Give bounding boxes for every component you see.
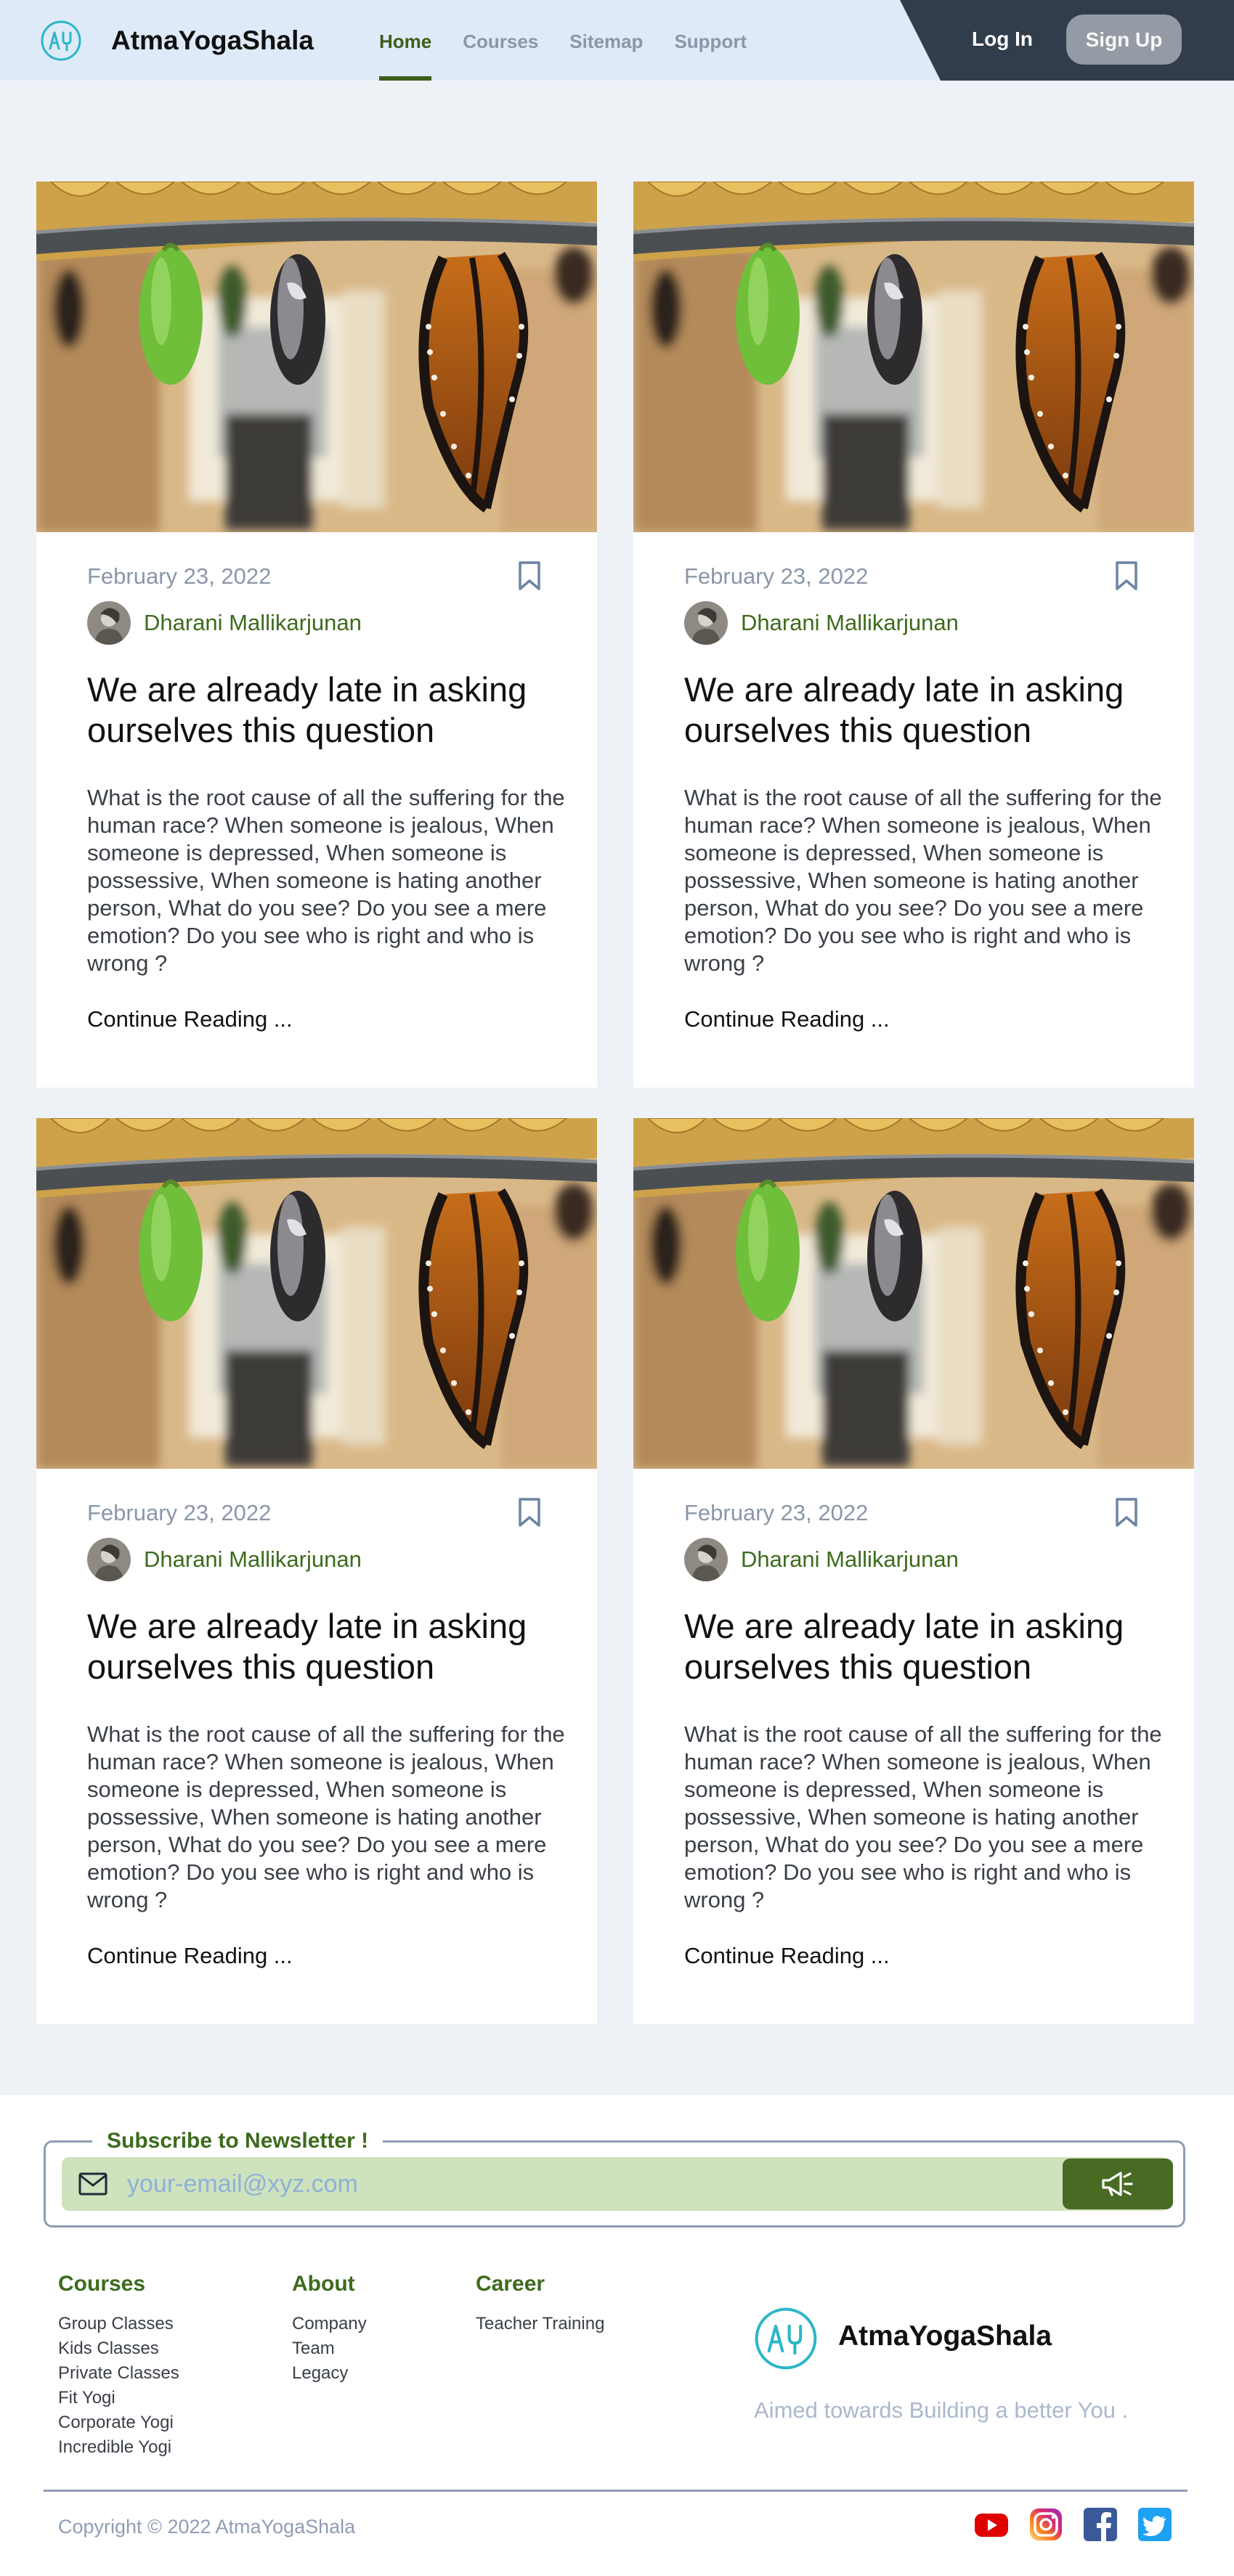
continue-reading-link[interactable]: Continue Reading ... (684, 1941, 890, 1970)
newsletter-field (62, 2157, 1173, 2211)
footer-link[interactable]: Legacy (292, 2361, 367, 2386)
bookmark-icon[interactable] (517, 1497, 542, 1528)
newsletter-legend: Subscribe to Newsletter ! (92, 2127, 383, 2156)
footer-career: Career Teacher Training (476, 2270, 604, 2336)
footer-heading-about: About (292, 2272, 355, 2296)
author-avatar[interactable] (684, 1538, 728, 1581)
footer-link[interactable]: Teacher Training (476, 2312, 604, 2336)
nav-sitemap[interactable]: Sitemap (569, 0, 643, 81)
footer-link[interactable]: Fit Yogi (58, 2386, 179, 2410)
nav-support[interactable]: Support (674, 0, 747, 81)
author-avatar[interactable] (684, 601, 728, 645)
facebook-icon[interactable] (1082, 2506, 1119, 2543)
footer-link[interactable]: Corporate Yogi (58, 2410, 179, 2435)
instagram-icon[interactable] (1028, 2506, 1064, 2543)
footer-link[interactable]: Kids Classes (58, 2336, 179, 2361)
mail-icon (78, 2172, 107, 2196)
blog-card: February 23, 2022 Dharani Mallikarjunan … (633, 1118, 1194, 2024)
post-excerpt: What is the root cause of all the suffer… (87, 1721, 565, 1912)
continue-reading-link[interactable]: Continue Reading ... (87, 1941, 293, 1970)
author-name[interactable]: Dharani Mallikarjunan (741, 608, 959, 637)
blog-card: February 23, 2022 Dharani Mallikarjunan … (633, 182, 1194, 1088)
bookmark-icon[interactable] (1114, 1497, 1139, 1528)
author-name[interactable]: Dharani Mallikarjunan (144, 608, 362, 637)
footer-link[interactable]: Team (292, 2336, 367, 2361)
post-title[interactable]: We are already late in asking ourselves … (87, 669, 567, 751)
nav-courses[interactable]: Courses (463, 0, 538, 81)
footer-about: About Company Team Legacy (292, 2270, 367, 2386)
butterfly-image[interactable] (633, 1118, 1194, 1469)
post-date: February 23, 2022 (684, 563, 869, 589)
blog-card: February 23, 2022 Dharani Mallikarjunan … (36, 182, 597, 1088)
author-avatar[interactable] (87, 601, 131, 645)
footer-divider (44, 2490, 1188, 2492)
nav-home[interactable]: Home (379, 0, 432, 81)
logo-icon[interactable] (40, 20, 82, 62)
post-title[interactable]: We are already late in asking ourselves … (684, 1606, 1164, 1687)
post-excerpt: What is the root cause of all the suffer… (87, 785, 565, 976)
continue-reading-link[interactable]: Continue Reading ... (684, 1005, 890, 1034)
footer-tagline: Aimed towards Building a better You . (754, 2397, 1129, 2423)
subscribe-button[interactable] (1063, 2159, 1173, 2209)
footer-link[interactable]: Company (292, 2312, 367, 2336)
author-name[interactable]: Dharani Mallikarjunan (144, 1545, 362, 1574)
footer-link[interactable]: Private Classes (58, 2361, 179, 2386)
bookmark-icon[interactable] (517, 561, 542, 591)
newsletter-box: Subscribe to Newsletter ! (44, 2127, 1185, 2227)
post-excerpt: What is the root cause of all the suffer… (684, 785, 1162, 976)
butterfly-image[interactable] (633, 182, 1194, 532)
butterfly-image[interactable] (36, 182, 597, 532)
bookmark-icon[interactable] (1114, 561, 1139, 591)
logo-icon[interactable] (753, 2306, 819, 2371)
post-title[interactable]: We are already late in asking ourselves … (684, 669, 1164, 751)
main-nav: Home Courses Sitemap Support (379, 0, 778, 81)
footer-link[interactable]: Incredible Yogi (58, 2435, 179, 2460)
newsletter-email-input[interactable] (127, 2157, 1071, 2211)
author-name[interactable]: Dharani Mallikarjunan (741, 1545, 959, 1574)
post-excerpt: What is the root cause of all the suffer… (684, 1721, 1162, 1912)
signup-button[interactable]: Sign Up (1066, 15, 1182, 65)
login-button[interactable]: Log In (972, 25, 1033, 54)
post-date: February 23, 2022 (684, 1500, 869, 1525)
author-avatar[interactable] (87, 1538, 131, 1581)
megaphone-icon (1102, 2172, 1133, 2196)
twitter-icon[interactable] (1137, 2506, 1173, 2543)
post-date: February 23, 2022 (87, 563, 272, 589)
post-title[interactable]: We are already late in asking ourselves … (87, 1606, 567, 1687)
footer-brand-name[interactable]: AtmaYogaShala (838, 2318, 1052, 2355)
post-date: February 23, 2022 (87, 1500, 272, 1525)
continue-reading-link[interactable]: Continue Reading ... (87, 1005, 293, 1034)
footer-heading-career: Career (476, 2272, 545, 2296)
blog-card: February 23, 2022 Dharani Mallikarjunan … (36, 1118, 597, 2024)
youtube-icon[interactable] (973, 2506, 1010, 2543)
footer-heading-courses: Courses (58, 2272, 146, 2296)
butterfly-image[interactable] (36, 1118, 597, 1469)
footer-courses: Courses Group Classes Kids Classes Priva… (58, 2270, 179, 2460)
top-nav-bar: AtmaYogaShala Home Courses Sitemap Suppo… (0, 0, 1234, 81)
footer: Subscribe to Newsletter ! Courses Group … (0, 2095, 1234, 2576)
copyright-text: Copyright © 2022 AtmaYogaShala (58, 2516, 356, 2538)
brand-name[interactable]: AtmaYogaShala (111, 24, 314, 57)
footer-link[interactable]: Group Classes (58, 2312, 179, 2336)
